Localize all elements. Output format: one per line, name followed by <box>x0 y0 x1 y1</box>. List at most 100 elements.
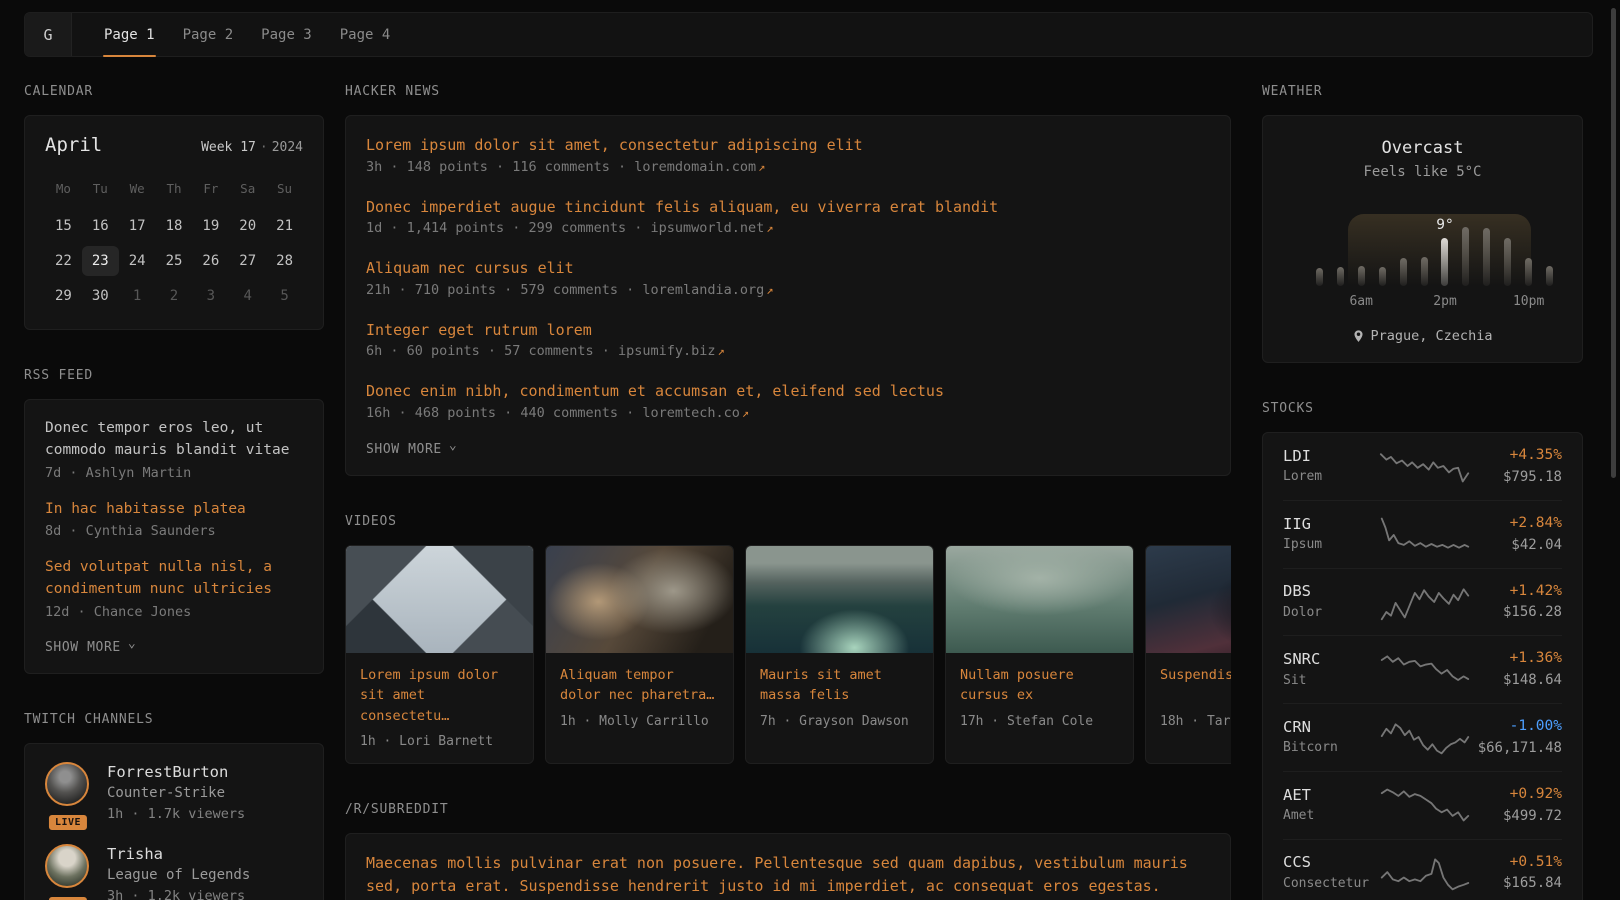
stock-price: $156.28 <box>1471 602 1562 623</box>
weather-widget: WEATHER Overcast Feels like 5°C 9° 6am 2… <box>1262 84 1583 363</box>
hn-item-meta: 16h · 468 points · 440 comments · loremt… <box>366 405 1210 421</box>
weather-bar-current <box>1441 238 1448 286</box>
stock-row[interactable]: CCSConsectetur +0.51%$165.84 <box>1283 839 1562 900</box>
weekday-label: Sa <box>229 176 266 200</box>
tab-page-3[interactable]: Page 3 <box>247 13 326 56</box>
rss-item-title[interactable]: In hac habitasse platea <box>45 499 303 521</box>
calendar-day: 16 <box>82 211 119 241</box>
tab-page-4[interactable]: Page 4 <box>326 13 405 56</box>
stock-symbol[interactable]: LDI <box>1283 446 1379 468</box>
video-card[interactable]: Nullam posuere cursus ex 17h · Stefan Co… <box>945 545 1134 765</box>
hn-meta-text: 21h · 710 points · 579 comments · loreml… <box>366 282 764 298</box>
rss-item-title[interactable]: Donec tempor eros leo, ut commodo mauris… <box>45 418 303 462</box>
stock-row[interactable]: AETAmet +0.92%$499.72 <box>1283 771 1562 839</box>
calendar-day: 22 <box>45 246 82 276</box>
video-title[interactable]: Lorem ipsum dolor sit amet consectetu… <box>360 665 519 728</box>
weather-condition: Overcast <box>1283 138 1562 158</box>
hn-item-title[interactable]: Donec imperdiet augue tincidunt felis al… <box>366 196 1210 219</box>
hn-item-title[interactable]: Lorem ipsum dolor sit amet, consectetur … <box>366 134 1210 157</box>
stock-sparkline <box>1379 717 1471 757</box>
external-link-icon[interactable]: ↗ <box>716 344 725 358</box>
video-thumbnail[interactable] <box>1146 546 1231 653</box>
calendar-widget-label: CALENDAR <box>24 84 324 99</box>
app-logo: G <box>25 13 72 56</box>
hacker-news-widget-label: HACKER NEWS <box>345 84 1231 99</box>
video-title[interactable]: Nullam posuere cursus ex <box>960 665 1119 707</box>
rss-item-meta: 8d · Cynthia Saunders <box>45 523 303 539</box>
stock-row[interactable]: IIGIpsum +2.84%$42.04 <box>1283 500 1562 568</box>
external-link-icon[interactable]: ↗ <box>764 283 773 297</box>
hn-item-title[interactable]: Donec enim nibh, condimentum et accumsan… <box>366 380 1210 403</box>
twitch-channel[interactable]: LIVE ForrestBurton Counter-Strike 1h · 1… <box>45 762 303 824</box>
hn-item-meta: 6h · 60 points · 57 comments · ipsumify.… <box>366 343 1210 359</box>
calendar-day: 26 <box>192 246 229 276</box>
stock-price: $42.04 <box>1471 535 1562 556</box>
weekday-label: Tu <box>82 176 119 200</box>
hn-meta-text: 3h · 148 points · 116 comments · loremdo… <box>366 159 756 175</box>
rss-item: Donec tempor eros leo, ut commodo mauris… <box>45 418 303 481</box>
calendar-day-next-month: 4 <box>229 281 266 311</box>
stock-row[interactable]: DBSDolor +1.42%$156.28 <box>1283 568 1562 636</box>
stock-name: Sit <box>1283 671 1379 691</box>
hn-show-more-button[interactable]: SHOW MORE ⌄ <box>366 442 1210 457</box>
hn-item-meta: 3h · 148 points · 116 comments · loremdo… <box>366 159 1210 175</box>
hn-item-title[interactable]: Integer eget rutrum lorem <box>366 319 1210 342</box>
external-link-icon[interactable]: ↗ <box>740 406 749 420</box>
twitch-channel[interactable]: LIVE Trisha League of Legends 3h · 1.2k … <box>45 844 303 900</box>
top-nav-bar: G Page 1 Page 2 Page 3 Page 4 <box>24 12 1593 57</box>
rss-item-meta: 7d · Ashlyn Martin <box>45 465 303 481</box>
stock-symbol[interactable]: AET <box>1283 785 1379 807</box>
hn-item-title[interactable]: Aliquam nec cursus elit <box>366 257 1210 280</box>
video-title[interactable]: Aliquam tempor dolor nec pharetra… <box>560 665 719 707</box>
stock-row[interactable]: SNRCSit +1.36%$148.64 <box>1283 635 1562 703</box>
stock-price: $148.64 <box>1471 670 1562 691</box>
calendar-day: 27 <box>229 246 266 276</box>
video-thumbnail[interactable] <box>346 546 533 653</box>
hn-item-meta: 21h · 710 points · 579 comments · loreml… <box>366 282 1210 298</box>
channel-name[interactable]: ForrestBurton <box>107 762 245 783</box>
hn-item: Integer eget rutrum lorem 6h · 60 points… <box>366 319 1210 360</box>
stock-row[interactable]: LDILorem +4.35%$795.18 <box>1283 433 1562 500</box>
video-thumbnail[interactable] <box>946 546 1133 653</box>
weather-bar <box>1504 238 1511 286</box>
live-badge: LIVE <box>46 894 90 900</box>
calendar-day-next-month: 3 <box>192 281 229 311</box>
video-thumbnail[interactable] <box>746 546 933 653</box>
video-card[interactable]: Suspendisse diam 18h · Tara <box>1145 545 1231 765</box>
external-link-icon[interactable]: ↗ <box>756 160 765 174</box>
hn-item: Aliquam nec cursus elit 21h · 710 points… <box>366 257 1210 298</box>
video-title[interactable]: Suspendisse diam <box>1160 665 1231 707</box>
stock-symbol[interactable]: SNRC <box>1283 649 1379 671</box>
external-link-icon[interactable]: ↗ <box>764 221 773 235</box>
video-card[interactable]: Lorem ipsum dolor sit amet consectetu… 1… <box>345 545 534 765</box>
reddit-post: Maecenas mollis pulvinar erat non posuer… <box>366 852 1210 900</box>
stock-symbol[interactable]: DBS <box>1283 581 1379 603</box>
calendar-month: April <box>45 134 102 156</box>
calendar-day: 21 <box>266 211 303 241</box>
stock-symbol[interactable]: IIG <box>1283 514 1379 536</box>
stock-change: +1.36% <box>1471 648 1562 670</box>
calendar-day-next-month: 5 <box>266 281 303 311</box>
hn-meta-text: 6h · 60 points · 57 comments · ipsumify.… <box>366 343 716 359</box>
weather-tick: 10pm <box>1513 294 1544 309</box>
rss-item-title[interactable]: Sed volutpat nulla nisl, a condimentum n… <box>45 557 303 601</box>
stock-symbol[interactable]: CRN <box>1283 717 1379 739</box>
video-title[interactable]: Mauris sit amet massa felis <box>760 665 919 707</box>
video-card[interactable]: Mauris sit amet massa felis 7h · Grayson… <box>745 545 934 765</box>
stock-row[interactable]: CRNBitcorn -1.00%$66,171.48 <box>1283 703 1562 771</box>
calendar-day: 25 <box>156 246 193 276</box>
stock-price: $66,171.48 <box>1471 738 1562 759</box>
weekday-label: Th <box>156 176 193 200</box>
video-thumbnail[interactable] <box>546 546 733 653</box>
reddit-post-title[interactable]: Maecenas mollis pulvinar erat non posuer… <box>366 852 1210 897</box>
location-pin-icon <box>1353 329 1364 343</box>
rss-show-more-button[interactable]: SHOW MORE ⌄ <box>45 640 303 655</box>
stock-symbol[interactable]: CCS <box>1283 852 1379 874</box>
stock-change: -1.00% <box>1471 716 1562 738</box>
tab-page-2[interactable]: Page 2 <box>169 13 248 56</box>
tab-page-1[interactable]: Page 1 <box>90 13 169 56</box>
calendar-card: April Week 17·2024 Mo Tu We Th Fr Sa Su … <box>24 115 324 330</box>
channel-name[interactable]: Trisha <box>107 844 250 865</box>
scrollbar[interactable] <box>1611 8 1616 478</box>
video-card[interactable]: Aliquam tempor dolor nec pharetra… 1h · … <box>545 545 734 765</box>
